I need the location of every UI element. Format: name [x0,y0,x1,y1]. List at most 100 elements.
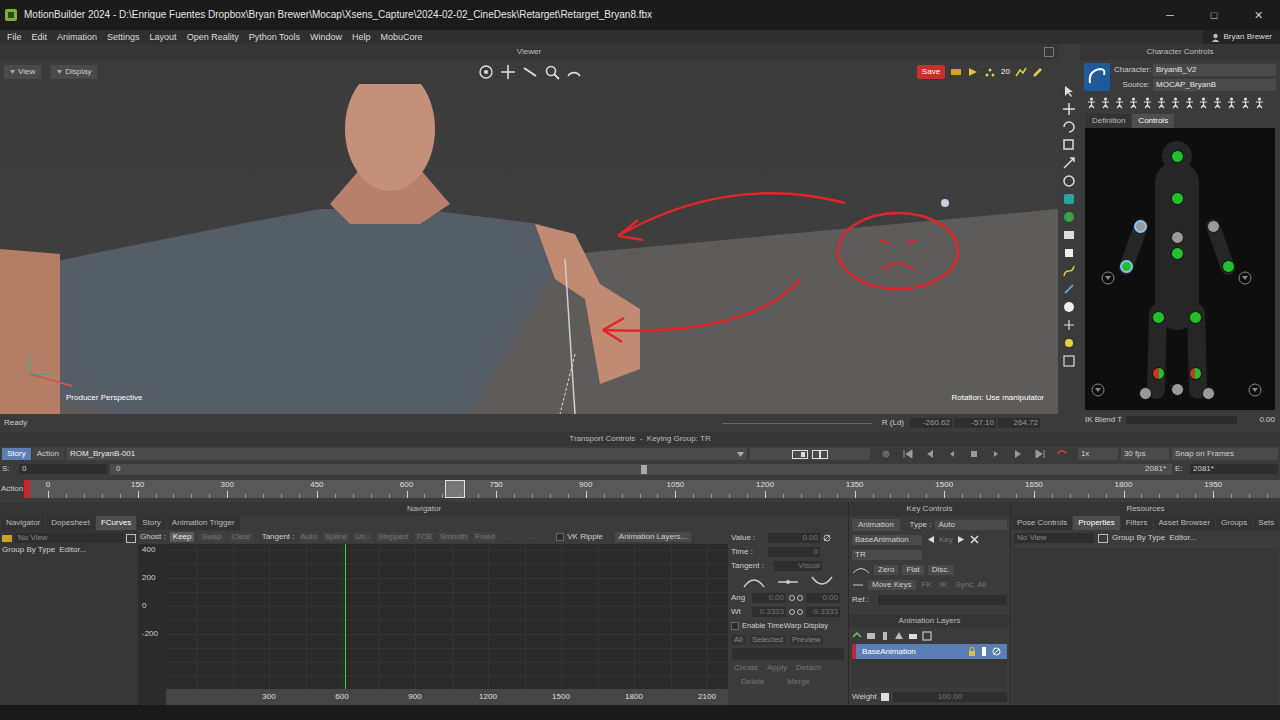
layer-tool-icon[interactable] [908,631,918,641]
keying-group-dropdown[interactable]: TR [852,550,922,560]
type-dropdown[interactable]: Auto [935,520,1007,530]
panel-tab[interactable]: Sets [1253,516,1279,530]
graph-playhead[interactable] [345,544,346,689]
checkbox[interactable] [556,533,564,541]
panel-tab[interactable]: Filters [1121,516,1153,530]
mode-button[interactable]: FK [920,581,934,589]
menu-item[interactable]: Settings [102,33,145,42]
tool-icon[interactable] [1062,120,1076,134]
expand-icon[interactable] [126,534,136,543]
graph-icon[interactable] [1015,66,1027,78]
mute-icon[interactable] [992,647,1001,656]
pose-tool-icon[interactable] [1212,97,1223,109]
effector-dot[interactable] [1189,311,1202,324]
tool-icon[interactable] [1062,264,1076,278]
menu-item[interactable]: File [2,33,27,42]
ghost-button[interactable]: Keep [170,532,195,542]
tool-icon[interactable] [1062,300,1076,314]
expand-icon[interactable] [1098,534,1108,543]
speed-dropdown[interactable]: 1x [1078,448,1118,460]
rotation-field[interactable]: 264.72 [998,418,1040,428]
pose-tool-icon[interactable] [1198,97,1209,109]
tool-icon[interactable] [1062,318,1076,332]
start-field[interactable]: 0 [19,464,107,474]
panel-tab[interactable]: Pose Controls [1012,516,1072,530]
zoom-bar[interactable]: 0 2081* [110,464,1172,475]
move-icon[interactable] [852,581,864,589]
menu-item[interactable]: Help [347,33,376,42]
tool-icon[interactable] [1062,228,1076,242]
speed-readout[interactable]: 20 [1001,68,1010,76]
tool-icon[interactable] [1062,174,1076,188]
layer-tool-icon[interactable] [894,631,904,641]
menu-item[interactable]: Animation [52,33,102,42]
stop-icon[interactable] [969,449,979,459]
fps-dropdown[interactable]: 30 fps [1121,448,1169,460]
tool-icon[interactable] [1062,354,1076,368]
key-tangent-button[interactable]: Zero [874,565,898,575]
fcurve-graph[interactable]: 4002000-2003006009001200150018002100 [138,544,728,705]
effector-dot[interactable] [1189,367,1202,380]
viewer-menu-button[interactable]: Display [51,65,97,79]
curve-icon[interactable] [852,566,870,574]
effector-dot[interactable] [1207,220,1220,233]
take-dropdown[interactable]: ROM_BryanB-001 [67,448,747,460]
link-icon[interactable] [789,608,803,616]
layer-row[interactable]: BaseAnimation [852,644,1007,659]
more-button[interactable]: ... [524,533,543,541]
pose-tool-icon[interactable] [1226,97,1237,109]
value-field[interactable]: 0.00 [752,593,786,603]
action-button[interactable]: Apply [764,664,790,672]
extra-effector-icon[interactable] [1248,383,1262,397]
layer-tool-icon[interactable] [866,631,876,641]
blank-field[interactable] [732,648,844,660]
next-key-icon[interactable] [957,535,966,544]
resources-view-dropdown[interactable]: No View [1014,533,1094,543]
group-dropdown[interactable]: Group By Type [2,546,55,554]
character-dropdown[interactable]: BryanB_V2 [1153,64,1276,76]
effector-dot[interactable] [1171,192,1184,205]
menu-item[interactable]: Python Tools [244,33,305,42]
rotation-field[interactable]: -260.62 [910,418,952,428]
editor-button[interactable]: Editor... [59,546,86,554]
ref-field[interactable] [878,595,1007,605]
panel-tab[interactable]: Properties [1073,516,1119,530]
panel-tab[interactable]: Asset Browser [1154,516,1216,530]
extra-effector-icon[interactable] [1091,383,1105,397]
value-field[interactable]: 0.3333 [806,607,840,617]
animation-tab[interactable]: Animation [852,519,900,531]
keyframe-icon[interactable] [950,66,962,78]
roll-icon[interactable] [566,64,582,80]
viewport[interactable]: Producer Perspective Rotation: Use manip… [0,84,1058,414]
action-button[interactable]: Create [731,664,761,672]
transport-tab[interactable]: Action [32,448,64,460]
link-icon[interactable] [789,594,803,602]
tangent-shape-icon[interactable] [777,576,799,588]
prev-key-icon[interactable] [926,535,935,544]
loop-icon[interactable] [1057,449,1067,459]
window-control-button[interactable]: ✕ [1236,0,1280,30]
window-control-button[interactable]: ─ [1148,0,1192,30]
prev-key-icon[interactable] [925,449,935,459]
effector-dot[interactable] [1171,247,1184,260]
extra-effector-icon[interactable] [1101,271,1115,285]
prev-frame-icon[interactable] [947,449,957,459]
menu-item[interactable]: MobuCore [376,33,428,42]
solo-icon[interactable] [980,647,988,656]
value-field[interactable]: Visual [774,561,822,571]
layer-tool-icon[interactable] [880,631,890,641]
tool-icon[interactable] [1062,84,1076,98]
viewer-menu-button[interactable]: View [4,65,41,79]
menu-item[interactable]: Layout [145,33,182,42]
orbit-icon[interactable] [478,64,494,80]
weight-field[interactable]: 100.00 [893,692,1007,702]
tangent-shape-icon[interactable] [811,576,833,588]
value-field[interactable]: 0 [768,547,820,557]
panel-tab[interactable]: FCurves [96,516,136,530]
pencil-icon[interactable] [1032,66,1044,78]
rotation-field[interactable]: -57.10 [954,418,996,428]
resources-group-dropdown[interactable]: Group By Type [1112,534,1165,542]
pose-tool-icon[interactable] [1142,97,1153,109]
key-button[interactable]: Key [939,536,953,544]
effector-dot[interactable] [1120,260,1133,273]
